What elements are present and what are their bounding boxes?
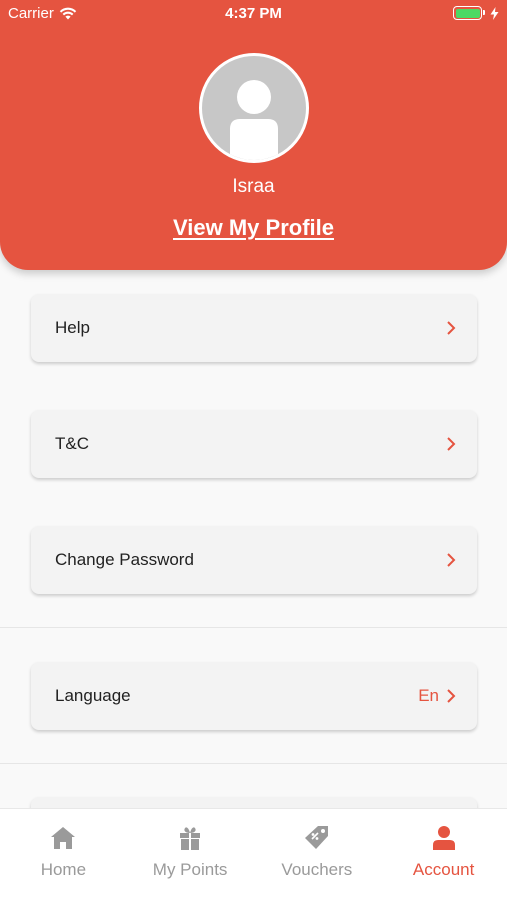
language-right: En xyxy=(418,686,457,706)
change-password-label: Change Password xyxy=(55,550,194,569)
help-item[interactable]: Help xyxy=(31,294,477,362)
change-password-right xyxy=(445,552,457,568)
battery-icon xyxy=(453,6,485,20)
nav-home[interactable]: Home xyxy=(0,809,127,900)
language-label: Language xyxy=(55,686,131,705)
chevron-right-icon xyxy=(447,437,456,451)
terms-right xyxy=(445,436,457,452)
nav-account[interactable]: Account xyxy=(380,809,507,900)
view-profile-container: View My Profile xyxy=(0,215,507,241)
avatar[interactable] xyxy=(199,53,309,163)
charging-icon xyxy=(490,6,499,20)
status-time: 4:37 PM xyxy=(225,5,282,22)
nav-home-label: Home xyxy=(40,860,87,879)
help-right xyxy=(445,320,457,336)
voucher-tag-icon xyxy=(304,826,328,849)
profile-header: Israa View My Profile xyxy=(0,0,507,270)
nav-account-label: Account xyxy=(412,860,475,879)
help-label: Help xyxy=(55,318,90,337)
person-placeholder-icon xyxy=(230,80,278,160)
nav-my-points[interactable]: My Points xyxy=(127,809,254,900)
status-right xyxy=(453,6,499,20)
divider xyxy=(0,627,507,628)
gift-icon xyxy=(180,827,201,850)
status-bar: Carrier 4:37 PM xyxy=(0,0,507,28)
change-password-item[interactable]: Change Password xyxy=(31,526,477,594)
language-item[interactable]: Language En xyxy=(31,662,477,730)
nav-vouchers[interactable]: Vouchers xyxy=(254,809,381,900)
nav-my-points-label: My Points xyxy=(152,860,228,879)
user-name: Israa xyxy=(232,176,275,197)
view-profile-link[interactable]: View My Profile xyxy=(173,215,334,240)
divider xyxy=(0,763,507,764)
chevron-right-icon xyxy=(447,321,456,335)
person-icon xyxy=(432,826,455,850)
chevron-right-icon xyxy=(447,689,456,703)
language-value: En xyxy=(418,686,439,705)
nav-vouchers-label: Vouchers xyxy=(281,860,353,879)
chevron-right-icon xyxy=(447,553,456,567)
terms-label: T&C xyxy=(55,434,89,453)
terms-item[interactable]: T&C xyxy=(31,410,477,478)
home-icon xyxy=(51,827,76,849)
bottom-nav: Home My Points Vouchers Account xyxy=(0,808,507,900)
